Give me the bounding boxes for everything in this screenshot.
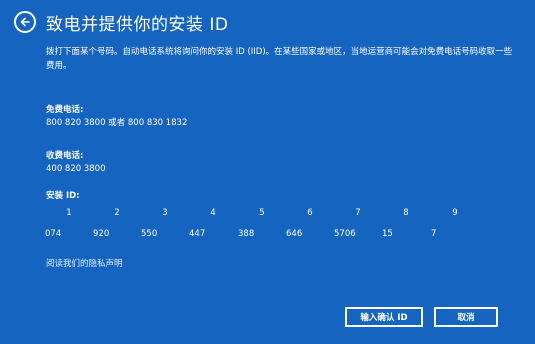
toll-phone-number: 400 820 3800: [46, 164, 106, 174]
install-id-label: 安装 ID:: [46, 191, 80, 201]
enter-confirmation-id-button[interactable]: 输入确认 ID: [345, 307, 423, 327]
id-group-value: 388: [238, 229, 255, 239]
toll-phone-label: 收费电话:: [46, 151, 84, 161]
id-group-9: 9 7: [431, 207, 479, 241]
id-group-number: 5: [259, 208, 265, 218]
id-group-number: 2: [114, 208, 120, 218]
id-group-value: 447: [189, 229, 206, 239]
free-phone-number: 800 820 3800 或者 800 830 1832: [46, 118, 188, 128]
id-group-number: 6: [307, 208, 313, 218]
id-group-value: 15: [382, 229, 393, 239]
id-group-value: 646: [286, 229, 303, 239]
id-group-5: 5 388: [238, 207, 286, 241]
header: 致电并提供你的安装 ID: [14, 8, 229, 36]
id-group-number: 9: [452, 208, 458, 218]
privacy-statement-link[interactable]: 阅读我们的隐私声明: [46, 257, 123, 269]
free-phone-label: 免费电话:: [46, 105, 84, 115]
toll-phone-section: 收费电话: 400 820 3800: [46, 150, 105, 176]
id-group-number: 1: [66, 208, 72, 218]
id-group-number: 3: [162, 208, 168, 218]
id-group-1: 1 074: [45, 207, 93, 241]
id-group-6: 6 646: [286, 207, 334, 241]
id-group-number: 7: [355, 208, 361, 218]
id-group-value: 550: [141, 229, 158, 239]
page-title: 致电并提供你的安装 ID: [46, 14, 229, 35]
id-group-number: 8: [403, 208, 409, 218]
id-group-8: 8 15: [382, 207, 430, 241]
id-group-value: 920: [93, 229, 110, 239]
id-group-value: 5706: [334, 229, 356, 239]
free-phone-section: 免费电话: 800 820 3800 或者 800 830 1832: [46, 104, 187, 130]
id-group-7: 7 5706: [334, 207, 382, 241]
arrow-left-icon: [20, 17, 30, 27]
id-group-value: 074: [45, 229, 62, 239]
id-group-number: 4: [210, 208, 216, 218]
id-group-value: 7: [431, 229, 437, 239]
instruction-text: 拨打下面某个号码。自动电话系统将询问你的安装 ID (IID)。在某些国家或地区…: [46, 47, 513, 71]
cancel-button[interactable]: 取消: [434, 307, 498, 327]
id-group-3: 3 550: [141, 207, 189, 241]
id-group-2: 2 920: [93, 207, 141, 241]
back-button[interactable]: [14, 11, 36, 33]
id-group-4: 4 447: [189, 207, 237, 241]
install-id-section: 安装 ID:: [46, 190, 80, 203]
